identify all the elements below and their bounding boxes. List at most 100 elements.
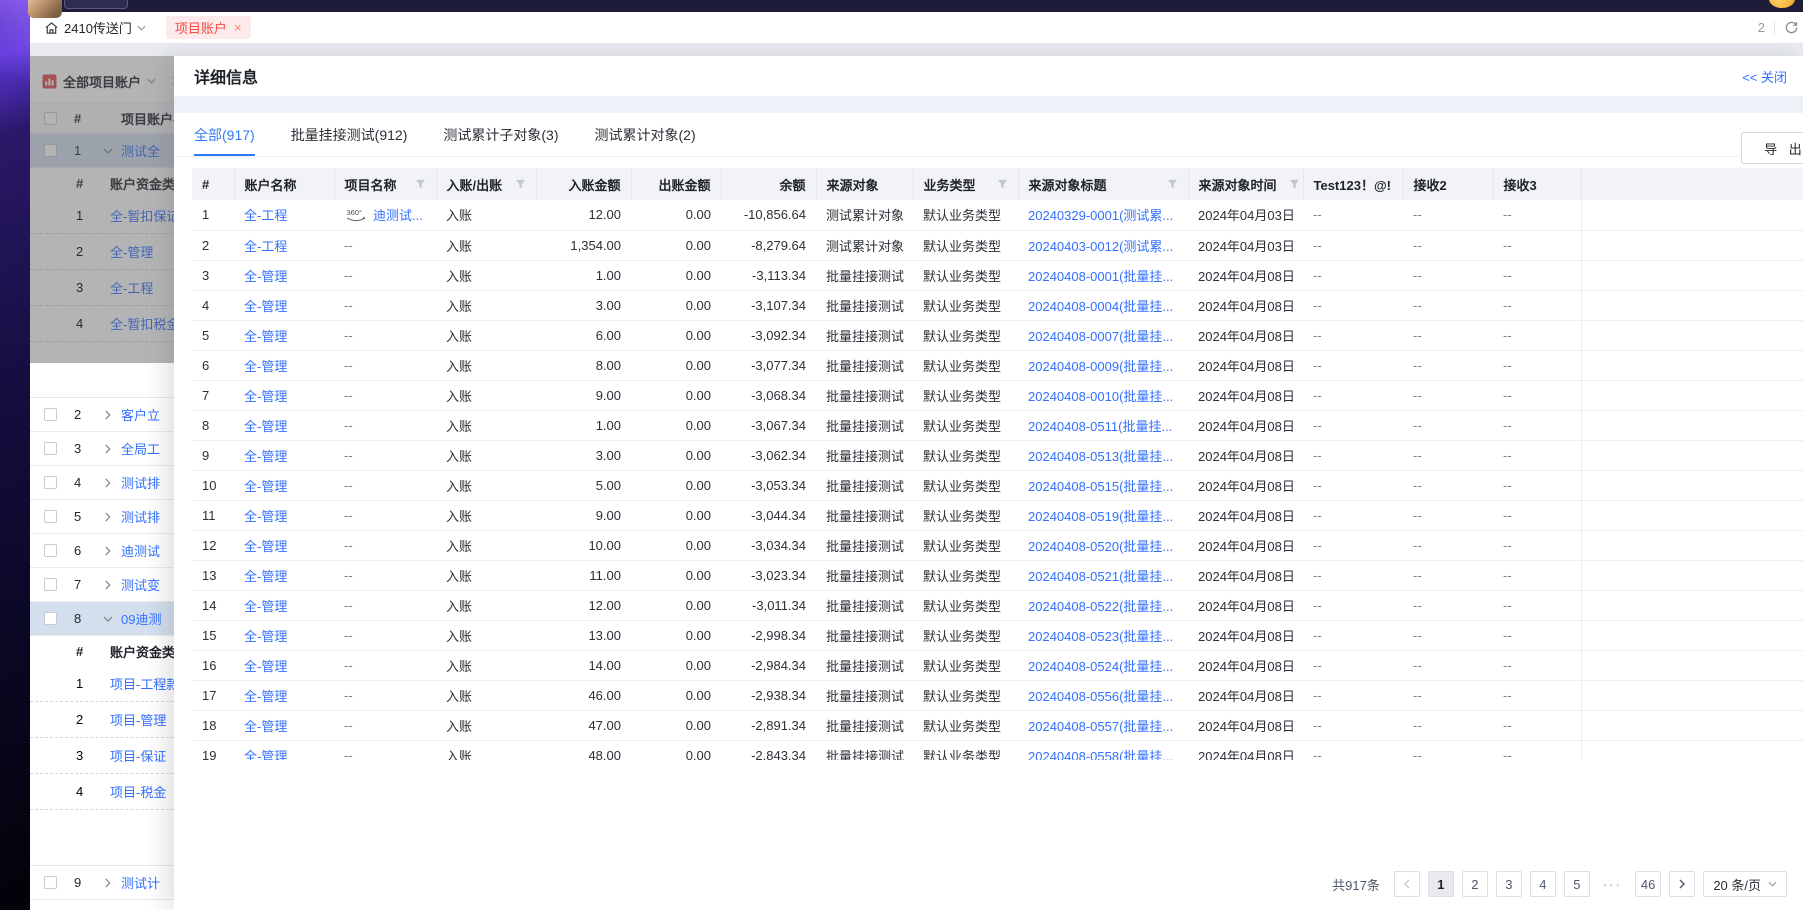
chevron-right-icon[interactable] (95, 580, 121, 590)
cell-link[interactable]: 20240408-0557(批量挂... (1028, 719, 1173, 734)
table-row[interactable]: 5全-管理--入账6.000.00-3,092.34批量挂接测试默认业务类型20… (192, 320, 1803, 350)
account-name-link[interactable]: 全局工 (121, 439, 160, 458)
sidebar-account-row[interactable]: 1测试全 (30, 134, 174, 168)
refresh-icon[interactable] (1784, 20, 1799, 35)
prev-page-button[interactable] (1394, 871, 1420, 897)
detail-tab[interactable]: 批量挂接测试(912) (291, 113, 408, 156)
chevron-down-icon[interactable] (95, 148, 121, 154)
close-drawer-link[interactable]: << 关闭 (1742, 67, 1787, 86)
table-row[interactable]: 3全-管理--入账1.000.00-3,113.34批量挂接测试默认业务类型20… (192, 260, 1803, 290)
next-page-button[interactable] (1669, 871, 1695, 897)
chevron-right-icon[interactable] (95, 444, 121, 454)
chevron-down-icon[interactable] (95, 616, 121, 622)
cell-link[interactable]: 全-管理 (244, 419, 287, 434)
fund-type-link[interactable]: 全-暂扣保证金 (110, 206, 174, 225)
sidebar-fund-type-row[interactable]: 4全-暂扣税金 (30, 306, 174, 342)
row-checkbox[interactable] (44, 144, 57, 157)
cell-link[interactable]: 全-管理 (244, 389, 287, 404)
sidebar-fund-type-row[interactable]: 3全-工程 (30, 270, 174, 306)
cell-link[interactable]: 全-管理 (244, 479, 287, 494)
fund-type-link[interactable]: 项目-税金 (110, 782, 166, 801)
cell-link[interactable]: 20240408-0520(批量挂... (1028, 539, 1173, 554)
cell-link[interactable]: 20240408-0522(批量挂... (1028, 599, 1173, 614)
table-row[interactable]: 6全-管理--入账8.000.00-3,077.34批量挂接测试默认业务类型20… (192, 350, 1803, 380)
cell-link[interactable]: 20240329-0001(测试累... (1028, 208, 1173, 223)
account-name-link[interactable]: 09迪测 (121, 609, 161, 628)
sidebar-account-row[interactable]: 2客户立 (30, 398, 174, 432)
close-icon[interactable]: × (234, 21, 242, 34)
page-button[interactable]: 5 (1564, 871, 1590, 897)
home-menu-label[interactable]: 2410传送门 (64, 18, 132, 37)
sidebar-account-row[interactable]: 3全局工 (30, 432, 174, 466)
table-row[interactable]: 16全-管理--入账14.000.00-2,984.34批量挂接测试默认业务类型… (192, 650, 1803, 680)
account-name-link[interactable]: 客户立 (121, 405, 160, 424)
user-avatar[interactable] (28, 0, 62, 18)
fund-type-link[interactable]: 项目-工程款 (110, 674, 174, 693)
account-name-link[interactable]: 测试全 (121, 141, 160, 160)
sidebar-title[interactable]: 全部项目账户 (63, 72, 141, 91)
filter-icon[interactable] (1167, 179, 1178, 190)
page-size-select[interactable]: 20 条/页 (1703, 871, 1787, 897)
cell-link[interactable]: 20240408-0010(批量挂... (1028, 389, 1173, 404)
cell-link[interactable]: 20240408-0523(批量挂... (1028, 629, 1173, 644)
chevron-down-icon[interactable] (147, 78, 156, 84)
cell-link[interactable]: 20240408-0556(批量挂... (1028, 689, 1173, 704)
sidebar-fund-type-row[interactable]: 2全-管理 (30, 234, 174, 270)
table-row[interactable]: 18全-管理--入账47.000.00-2,891.34批量挂接测试默认业务类型… (192, 710, 1803, 740)
filter-icon[interactable] (515, 179, 526, 190)
chevron-right-icon[interactable] (95, 546, 121, 556)
sidebar-account-row[interactable]: 6迪测试 (30, 534, 174, 568)
table-row[interactable]: 14全-管理--入账12.000.00-3,011.34批量挂接测试默认业务类型… (192, 590, 1803, 620)
fund-type-link[interactable]: 全-暂扣税金 (110, 314, 174, 333)
row-checkbox[interactable] (44, 510, 57, 523)
cell-link[interactable]: 20240408-0511(批量挂... (1028, 419, 1172, 434)
cell-link[interactable]: 全-管理 (244, 509, 287, 524)
table-row[interactable]: 8全-管理--入账1.000.00-3,067.34批量挂接测试默认业务类型20… (192, 410, 1803, 440)
topbar-search-input[interactable] (64, 0, 128, 9)
row-checkbox[interactable] (44, 544, 57, 557)
row-checkbox[interactable] (44, 408, 57, 421)
cell-link[interactable]: 全-管理 (244, 749, 287, 761)
chevron-right-icon[interactable] (95, 512, 121, 522)
sidebar-fund-type-row[interactable]: 1全-暂扣保证金 (30, 198, 174, 234)
cell-link[interactable]: 20240408-0001(批量挂... (1028, 269, 1173, 284)
table-row[interactable]: 9全-管理--入账3.000.00-3,062.34批量挂接测试默认业务类型20… (192, 440, 1803, 470)
sidebar-fund-type-row[interactable]: 4项目-税金 (30, 774, 174, 810)
cell-link[interactable]: 全-管理 (244, 449, 287, 464)
sidebar-fund-type-row[interactable]: 2项目-管理 (30, 702, 174, 738)
cell-link[interactable]: 全-管理 (244, 539, 287, 554)
table-row[interactable]: 4全-管理--入账3.000.00-3,107.34批量挂接测试默认业务类型20… (192, 290, 1803, 320)
cell-link[interactable]: 全-管理 (244, 569, 287, 584)
cell-link[interactable]: 全-工程 (244, 208, 287, 223)
table-row[interactable]: 2全-工程--入账1,354.000.00-8,279.64测试累计对象默认业务… (192, 230, 1803, 260)
cell-link[interactable]: 全-管理 (244, 719, 287, 734)
cell-link[interactable]: 全-管理 (244, 329, 287, 344)
table-row[interactable]: 1全-工程360°迪测试...入账12.000.00-10,856.64测试累计… (192, 200, 1803, 230)
page-button[interactable]: 2 (1462, 871, 1488, 897)
sidebar-fund-type-row[interactable]: 1项目-工程款 (30, 666, 174, 702)
row-checkbox[interactable] (44, 476, 57, 489)
table-row[interactable]: 7全-管理--入账9.000.00-3,068.34批量挂接测试默认业务类型20… (192, 380, 1803, 410)
cell-link[interactable]: 20240408-0007(批量挂... (1028, 329, 1173, 344)
filter-icon[interactable] (415, 179, 426, 190)
sidebar-account-row[interactable]: 7测试变 (30, 568, 174, 602)
detail-tab[interactable]: 全部(917) (194, 113, 255, 156)
home-menu[interactable]: 2410传送门 (44, 18, 146, 37)
page-button[interactable]: 1 (1428, 871, 1454, 897)
cell-link[interactable]: 20240408-0009(批量挂... (1028, 359, 1173, 374)
export-button[interactable]: 导 出 (1741, 132, 1803, 164)
cell-link[interactable]: 全-管理 (244, 269, 287, 284)
cell-link[interactable]: 20240403-0012(测试累... (1028, 239, 1173, 254)
cell-link[interactable]: 20240408-0004(批量挂... (1028, 299, 1173, 314)
cell-link[interactable]: 全-管理 (244, 689, 287, 704)
row-checkbox[interactable] (44, 442, 57, 455)
table-row[interactable]: 10全-管理--入账5.000.00-3,053.34批量挂接测试默认业务类型2… (192, 470, 1803, 500)
sidebar-account-row[interactable]: 9测试计 (30, 866, 174, 900)
account-name-link[interactable]: 测试变 (121, 575, 160, 594)
table-row[interactable]: 11全-管理--入账9.000.00-3,044.34批量挂接测试默认业务类型2… (192, 500, 1803, 530)
fund-type-link[interactable]: 项目-管理 (110, 710, 166, 729)
sidebar-fund-type-row[interactable]: 3项目-保证 (30, 738, 174, 774)
table-row[interactable]: 17全-管理--入账46.000.00-2,938.34批量挂接测试默认业务类型… (192, 680, 1803, 710)
cell-link[interactable]: 20240408-0513(批量挂... (1028, 449, 1173, 464)
chevron-right-icon[interactable] (95, 478, 121, 488)
